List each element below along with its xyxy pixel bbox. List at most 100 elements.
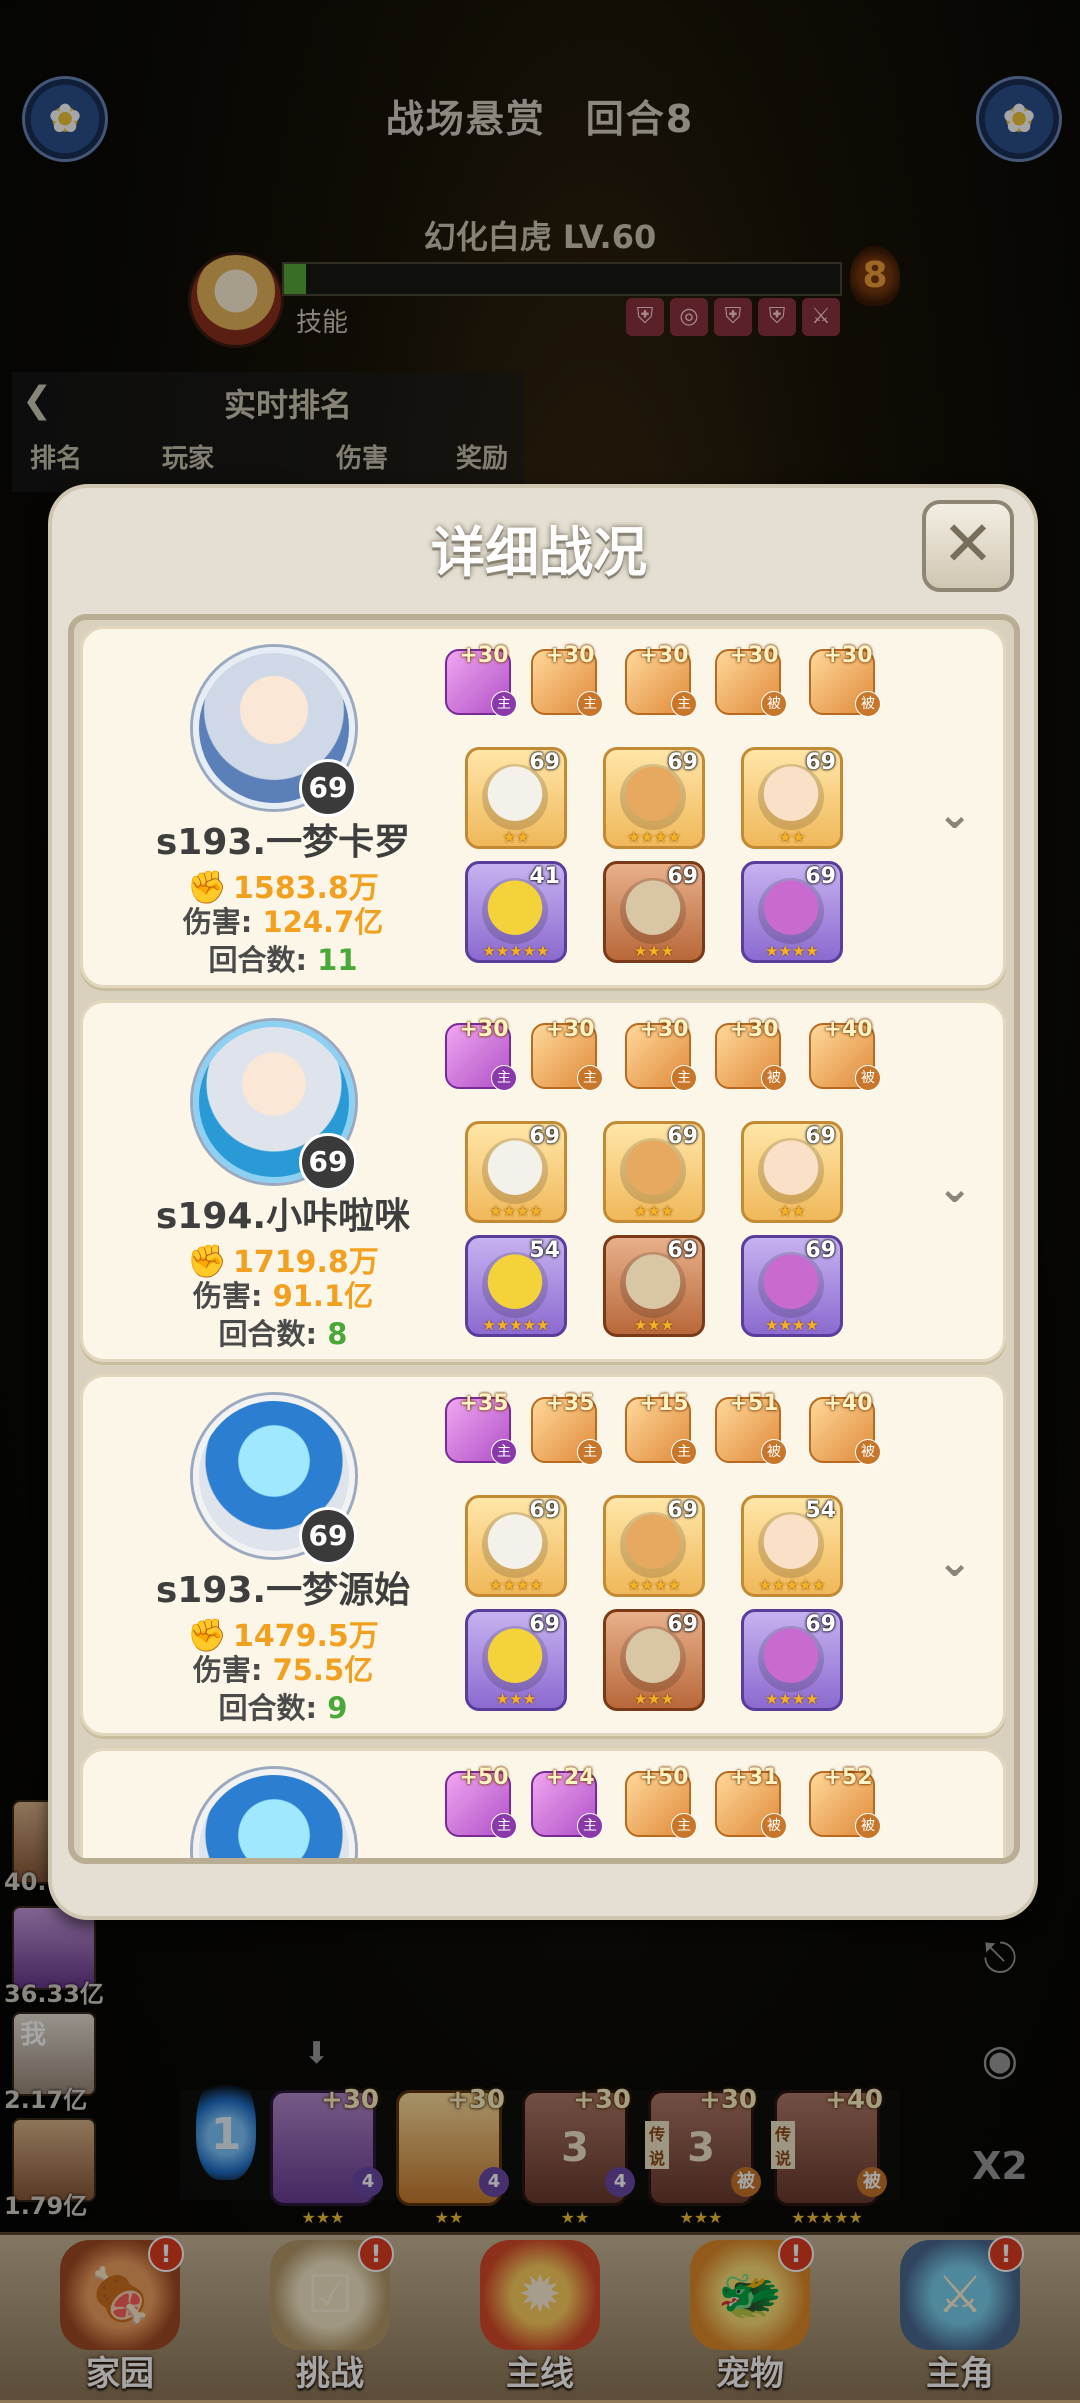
pet-level: 69 <box>529 750 560 775</box>
pet-card[interactable]: 69 ★★ <box>465 747 567 849</box>
player-rounds: 回合数: 11 <box>133 937 433 979</box>
pet-level: 54 <box>805 1498 836 1523</box>
rounds-label: 回合数: <box>218 1317 318 1351</box>
pet-card[interactable]: 69 ★★★ <box>603 1121 705 1223</box>
pet-card[interactable]: 41 ★★★★★ <box>465 861 567 963</box>
pet-card[interactable]: 69 ★★★★ <box>465 1121 567 1223</box>
equipment-tag: 被 <box>855 1065 881 1091</box>
equipment-tag: 主 <box>671 691 697 717</box>
pet-card[interactable]: 69 ★★★ <box>603 1235 705 1337</box>
equipment-slot[interactable]: +30 被 <box>715 643 787 717</box>
pet-level: 54 <box>529 1238 560 1263</box>
player-card[interactable]: 69 s193.一梦卡罗 ✊ 1583.8万 伤害: 124.7亿 回合数: 11 ⌄ +30… <box>80 626 1006 988</box>
equipment-tag: 主 <box>577 691 603 717</box>
player-level: 69 <box>299 1507 357 1565</box>
equipment-level: +24 <box>545 1765 595 1790</box>
equipment-tag: 主 <box>491 1065 517 1091</box>
equipment-slot[interactable]: +30 主 <box>625 643 697 717</box>
pet-stars: ★★★★ <box>765 942 819 960</box>
pet-level: 69 <box>805 750 836 775</box>
pet-level: 69 <box>805 864 836 889</box>
player-avatar[interactable] <box>193 1769 355 1858</box>
equipment-level: +40 <box>823 1391 873 1416</box>
damage-value: 91.1亿 <box>272 1279 374 1313</box>
pet-level: 41 <box>529 864 560 889</box>
equipment-level: +31 <box>729 1765 779 1790</box>
equipment-tag: 被 <box>761 1065 787 1091</box>
pet-card[interactable]: 69 ★★★ <box>603 1609 705 1711</box>
pet-card[interactable]: 69 ★★★★ <box>741 861 843 963</box>
expand-chevron-icon[interactable]: ⌄ <box>937 789 972 838</box>
equipment-slot[interactable]: +35 主 <box>531 1391 603 1465</box>
player-damage: 伤害: 75.5亿 <box>133 1647 433 1689</box>
equipment-slot[interactable]: +30 被 <box>809 643 881 717</box>
equipment-slot[interactable]: +24 主 <box>531 1765 603 1839</box>
player-name: s194.小咔啦咪 <box>155 1196 411 1237</box>
equipment-slot[interactable]: +50 主 <box>445 1765 517 1839</box>
pet-stars: ★★★★ <box>765 1316 819 1334</box>
pet-level: 69 <box>667 1498 698 1523</box>
expand-chevron-icon[interactable]: ⌄ <box>937 1537 972 1586</box>
equipment-slot[interactable]: +52 被 <box>809 1765 881 1839</box>
equipment-slot[interactable]: +35 主 <box>445 1391 517 1465</box>
pet-card[interactable]: 69 ★★★★ <box>465 1495 567 1597</box>
pet-card[interactable]: 69 ★★★ <box>465 1609 567 1711</box>
pet-card[interactable]: 54 ★★★★★ <box>741 1495 843 1597</box>
pet-level: 69 <box>529 1498 560 1523</box>
player-card[interactable]: 69 s194.小咔啦咪 ✊ 1719.8万 伤害: 91.1亿 回合数: 8 ⌄ +30 主 +… <box>80 1000 1006 1362</box>
equipment-tag: 主 <box>577 1813 603 1839</box>
equipment-slot[interactable]: +31 被 <box>715 1765 787 1839</box>
equipment-slot[interactable]: +30 主 <box>531 643 603 717</box>
pet-stars: ★★★ <box>495 1690 537 1708</box>
player-name: s193.一梦源始 <box>155 1570 411 1611</box>
pet-card[interactable]: 69 ★★★★ <box>603 1495 705 1597</box>
equipment-level: +40 <box>823 1017 873 1042</box>
pet-stars: ★★ <box>778 1202 806 1220</box>
player-rounds: 回合数: 8 <box>133 1311 433 1353</box>
pet-card[interactable]: 54 ★★★★★ <box>465 1235 567 1337</box>
damage-value: 75.5亿 <box>272 1653 374 1687</box>
equipment-slot[interactable]: +30 主 <box>445 1017 517 1091</box>
pet-card[interactable]: 69 ★★★ <box>603 861 705 963</box>
equipment-level: +30 <box>823 643 873 668</box>
player-card[interactable]: +50 主 +24 主 +50 主 +31 被 +52 被 <box>80 1748 1006 1858</box>
equipment-tag: 被 <box>761 1439 787 1465</box>
pet-card[interactable]: 69 ★★★★ <box>741 1609 843 1711</box>
player-card[interactable]: 69 s193.一梦源始 ✊ 1479.5万 伤害: 75.5亿 回合数: 9 ⌄ +35 主 +… <box>80 1374 1006 1736</box>
pet-level: 69 <box>667 1612 698 1637</box>
equipment-slot[interactable]: +30 主 <box>531 1017 603 1091</box>
equipment-slot[interactable]: +40 被 <box>809 1391 881 1465</box>
pet-card[interactable]: 69 ★★ <box>741 1121 843 1223</box>
player-list[interactable]: 69 s193.一梦卡罗 ✊ 1583.8万 伤害: 124.7亿 回合数: 11 ⌄ +30… <box>68 614 1020 1864</box>
equipment-tag: 主 <box>491 691 517 717</box>
equipment-slot[interactable]: +15 主 <box>625 1391 697 1465</box>
pet-card[interactable]: 69 ★★★★ <box>741 1235 843 1337</box>
pet-stars: ★★★ <box>633 942 675 960</box>
pet-stars: ★★★ <box>633 1690 675 1708</box>
pet-stars: ★★★ <box>633 1202 675 1220</box>
pet-stars: ★★★★ <box>627 1576 681 1594</box>
equipment-slot[interactable]: +30 被 <box>715 1017 787 1091</box>
equipment-level: +51 <box>729 1391 779 1416</box>
equipment-tag: 被 <box>855 691 881 717</box>
equipment-slot[interactable]: +51 被 <box>715 1391 787 1465</box>
equipment-slot[interactable]: +30 主 <box>625 1017 697 1091</box>
equipment-level: +30 <box>729 643 779 668</box>
close-button[interactable]: ✕ <box>922 500 1014 592</box>
damage-value: 124.7亿 <box>262 905 384 939</box>
equipment-slot[interactable]: +40 被 <box>809 1017 881 1091</box>
pet-stars: ★★★★★ <box>758 1576 826 1594</box>
equipment-slot[interactable]: +30 主 <box>445 643 517 717</box>
pet-level: 69 <box>805 1124 836 1149</box>
pet-card[interactable]: 69 ★★ <box>741 747 843 849</box>
equipment-tag: 主 <box>671 1065 697 1091</box>
equipment-tag: 主 <box>671 1439 697 1465</box>
equipment-tag: 被 <box>761 1813 787 1839</box>
equipment-level: +50 <box>459 1765 509 1790</box>
equipment-slot[interactable]: +50 主 <box>625 1765 697 1839</box>
pet-card[interactable]: 69 ★★★★ <box>603 747 705 849</box>
player-level: 69 <box>299 759 357 817</box>
player-rounds: 回合数: 9 <box>133 1685 433 1727</box>
pet-stars: ★★★★ <box>489 1202 543 1220</box>
expand-chevron-icon[interactable]: ⌄ <box>937 1163 972 1212</box>
